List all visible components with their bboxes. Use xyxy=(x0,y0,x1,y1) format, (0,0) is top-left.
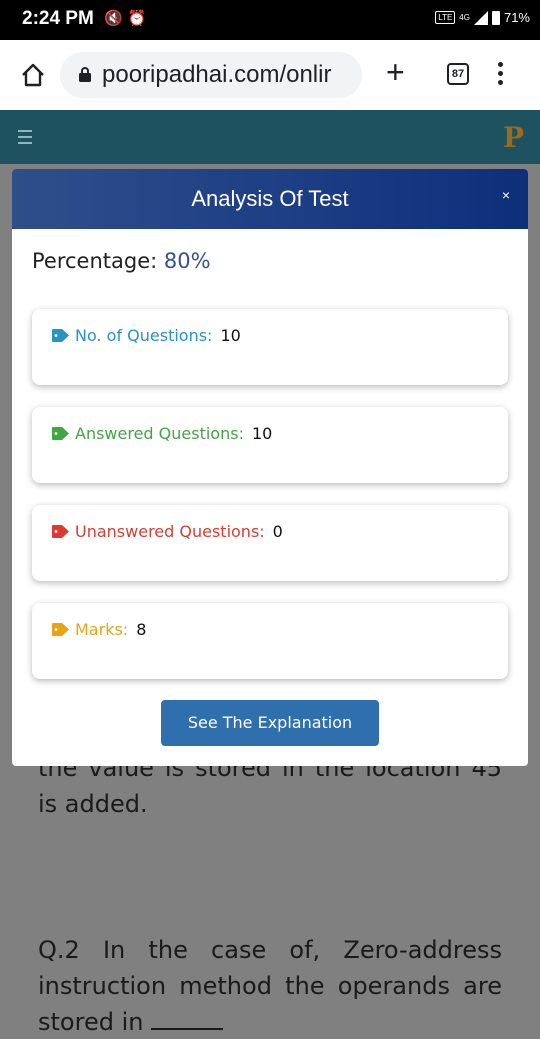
card-value: 10 xyxy=(251,424,273,443)
mute-alarm-icons: 🔇 ⏰ xyxy=(104,9,147,27)
percentage-label: Percentage: xyxy=(32,249,158,273)
card-label: Unanswered Questions: xyxy=(75,522,265,541)
status-icons: LTE 4G 71% xyxy=(435,10,530,25)
answered-card: Answered Questions: 10 xyxy=(32,407,508,483)
signal-icon xyxy=(473,10,488,25)
modal-header: Analysis Of Test × xyxy=(12,169,528,229)
marks-card: Marks: 8 xyxy=(32,603,508,679)
questions-count-card: No. of Questions: 10 xyxy=(32,309,508,385)
tag-icon xyxy=(52,525,69,538)
card-label: No. of Questions: xyxy=(75,326,213,345)
more-menu-icon[interactable] xyxy=(498,62,504,88)
percentage-value: 80% xyxy=(163,249,211,273)
new-tab-button[interactable]: + xyxy=(386,54,405,91)
card-label: Marks: xyxy=(75,620,129,639)
tag-icon xyxy=(52,427,69,440)
volte-icon: LTE xyxy=(435,11,456,24)
hamburger-menu-icon[interactable] xyxy=(18,130,32,148)
browser-toolbar: pooripadhai.com/onlir + 87 xyxy=(0,40,540,110)
unanswered-card: Unanswered Questions: 0 xyxy=(32,505,508,581)
card-value: 8 xyxy=(136,620,147,639)
clock: 2:24 PM xyxy=(22,8,94,29)
address-bar[interactable]: pooripadhai.com/onlir xyxy=(60,52,362,98)
percentage-line: Percentage: 80% xyxy=(32,249,211,273)
tag-icon xyxy=(52,329,69,342)
battery-icon xyxy=(491,10,500,25)
close-icon[interactable]: × xyxy=(502,187,510,203)
card-value: 10 xyxy=(220,326,241,345)
analysis-modal: Analysis Of Test × Percentage: 80% No. o… xyxy=(12,169,528,766)
site-header: P xyxy=(0,110,540,164)
lock-icon xyxy=(79,67,91,82)
modal-title: Analysis Of Test xyxy=(191,186,349,211)
site-logo[interactable]: P xyxy=(503,121,524,154)
background-question: Q.2 In the case of, Zero-address instruc… xyxy=(38,932,502,1039)
network-label: 4G xyxy=(459,13,470,22)
status-bar: 2:24 PM 🔇 ⏰ LTE 4G 71% xyxy=(0,0,540,40)
card-value: 0 xyxy=(272,522,283,541)
card-label: Answered Questions: xyxy=(75,424,244,443)
url-text: pooripadhai.com/onlir xyxy=(102,61,332,88)
fill-blank xyxy=(151,1008,224,1030)
tag-icon xyxy=(52,623,69,636)
home-icon[interactable] xyxy=(20,62,46,88)
question-text: Q.2 In the case of, Zero-address instruc… xyxy=(38,936,502,1036)
battery-level: 71% xyxy=(503,10,530,25)
see-explanation-button[interactable]: See The Explanation xyxy=(161,700,379,746)
tab-switcher-button[interactable]: 87 xyxy=(447,63,469,85)
